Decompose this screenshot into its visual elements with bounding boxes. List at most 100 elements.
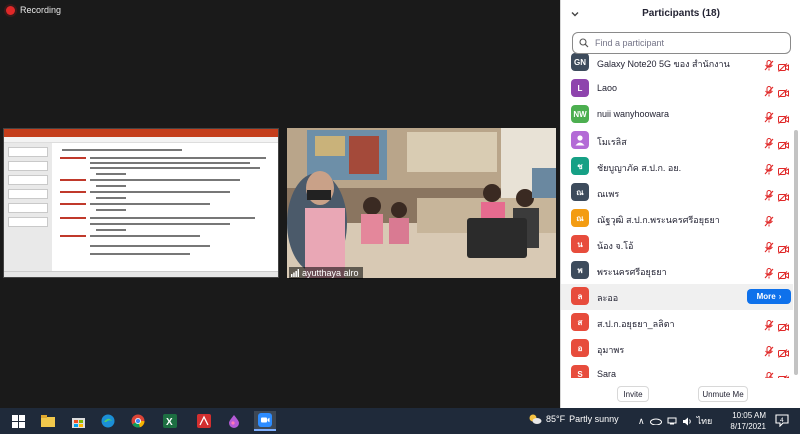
mic-muted-icon[interactable] (764, 136, 774, 154)
mic-muted-icon[interactable] (764, 214, 774, 232)
excel-icon[interactable]: X (160, 411, 180, 431)
participant-row[interactable]: S Sara (561, 362, 793, 378)
participant-name: Laoo (597, 83, 618, 93)
participants-panel: Participants (18) GN Galaxy Note20 5G ของ… (560, 0, 800, 408)
participant-name: พระนครศรีอยุธยา (597, 267, 667, 277)
mic-muted-icon[interactable] (764, 266, 774, 284)
unmute-me-button[interactable]: Unmute Me (698, 386, 748, 402)
search-icon (579, 38, 589, 48)
svg-text:X: X (166, 417, 173, 428)
mic-muted-icon[interactable] (764, 58, 774, 76)
camera-off-icon[interactable] (778, 345, 789, 363)
mic-muted-icon[interactable] (764, 162, 774, 180)
edge-icon[interactable] (98, 411, 118, 431)
participant-row[interactable]: โมเรลิส (561, 128, 793, 154)
participant-name: ณัฐวุฒิ ส.ป.ก.พระนครศรีอยุธยา (597, 215, 720, 225)
windows-icon[interactable] (8, 411, 28, 431)
participant-name: โมเรลิส (597, 137, 627, 147)
camera-off-icon[interactable] (778, 85, 789, 103)
participant-name: ชัยบูญาภัค ส.ป.ก. อย. (597, 163, 682, 173)
camera-off-icon[interactable] (778, 267, 789, 285)
camera-off-icon[interactable] (778, 163, 789, 181)
recording-indicator[interactable]: Recording (6, 5, 61, 15)
app-status-bar (4, 271, 278, 277)
camera-off-icon[interactable] (778, 319, 789, 337)
mic-muted-icon[interactable] (764, 110, 774, 128)
acrobat-icon[interactable] (194, 411, 214, 431)
mic-muted-icon[interactable] (764, 318, 774, 336)
camera-off-icon[interactable] (778, 189, 789, 207)
avatar: ณ (571, 183, 589, 201)
weather-temperature: 85°F (546, 414, 566, 424)
participant-row[interactable]: NW nuii wanyhoowara (561, 102, 793, 128)
panel-footer: Invite Unmute Me (561, 380, 800, 408)
avatar: ช (571, 157, 589, 175)
zoom-window: Recording ayutthaya alro Participants (1… (0, 0, 800, 434)
participant-name: ส.ป.ก.อยุธยา_ลลิตา (597, 319, 675, 329)
app-title-bar (4, 129, 278, 137)
meeting-area: Recording ayutthaya alro (0, 0, 560, 408)
more-button[interactable]: More › (747, 289, 791, 304)
participant-name: Sara (597, 369, 617, 378)
clock-time: 10:05 AM (732, 411, 766, 420)
notification-center[interactable]: 4 (775, 414, 789, 432)
search-input[interactable]: Find a participant (572, 32, 791, 54)
camera-off-icon[interactable] (778, 137, 789, 155)
chrome-icon[interactable] (128, 411, 148, 431)
shared-screen-tile[interactable] (3, 128, 279, 278)
participant-row[interactable]: ล ละออ More › (561, 284, 793, 310)
participant-row[interactable]: ณ ณเพร (561, 180, 793, 206)
mic-muted-icon[interactable] (764, 344, 774, 362)
participant-row[interactable]: อ อุมาพร (561, 336, 793, 362)
participant-row[interactable]: ส ส.ป.ก.อยุธยา_ลลิตา (561, 310, 793, 336)
avatar: S (571, 365, 589, 378)
avatar: GN (571, 53, 589, 71)
volume-icon[interactable] (682, 417, 692, 426)
mic-muted-icon[interactable] (764, 188, 774, 206)
participant-name: อุมาพร (597, 345, 625, 355)
paint-icon[interactable] (224, 411, 244, 431)
participant-row[interactable]: L Laoo (561, 76, 793, 102)
participant-video-tile[interactable] (287, 128, 556, 278)
participant-row[interactable]: ช ชัยบูญาภัค ส.ป.ก. อย. (561, 154, 793, 180)
cloud-icon[interactable] (649, 417, 662, 425)
show-hidden-icons-icon[interactable]: ∧ (638, 416, 645, 427)
avatar: น (571, 235, 589, 253)
windows-taskbar: X 85°F Partly sunny ∧ ไทย 10:05 AM 8/17/… (0, 408, 800, 434)
mic-muted-icon[interactable] (764, 240, 774, 258)
store-icon[interactable] (68, 411, 88, 431)
weather-widget[interactable]: 85°F Partly sunny (528, 413, 619, 425)
chevron-right-icon: › (778, 292, 782, 301)
avatar (571, 131, 589, 149)
mic-muted-icon[interactable] (764, 370, 774, 378)
partly-sunny-icon (529, 414, 542, 424)
participant-row[interactable]: พ พระนครศรีอยุธยา (561, 258, 793, 284)
camera-off-icon[interactable] (778, 59, 789, 77)
more-button-label: More (756, 292, 776, 301)
file-explorer-icon[interactable] (38, 411, 58, 431)
search-placeholder: Find a participant (595, 38, 665, 48)
person-icon (575, 135, 585, 146)
avatar: ล (571, 287, 589, 305)
avatar: L (571, 79, 589, 97)
camera-off-icon[interactable] (778, 111, 789, 129)
input-language[interactable]: ไทย (697, 414, 713, 428)
participant-row[interactable]: น น้อง จ.โอ้ (561, 232, 793, 258)
clock[interactable]: 10:05 AM 8/17/2021 (724, 410, 766, 432)
participant-name: Galaxy Note20 5G ของ สำนักงาน (597, 59, 730, 69)
notification-count: 4 (780, 417, 784, 424)
avatar: อ (571, 339, 589, 357)
recording-dot-icon (6, 5, 15, 15)
avatar: ส (571, 313, 589, 331)
participant-row[interactable]: ณ ณัฐวุฒิ ส.ป.ก.พระนครศรีอยุธยา (561, 206, 793, 232)
network-icon[interactable] (667, 417, 677, 425)
zoom-icon[interactable] (254, 411, 276, 431)
participant-name: น้อง จ.โอ้ (597, 241, 634, 251)
camera-off-icon[interactable] (778, 241, 789, 259)
scrollbar-thumb[interactable] (794, 130, 798, 375)
mic-muted-icon[interactable] (764, 84, 774, 102)
document-page (56, 143, 274, 271)
camera-off-icon[interactable] (778, 371, 789, 378)
invite-button[interactable]: Invite (617, 386, 649, 402)
weather-description: Partly sunny (569, 414, 619, 424)
